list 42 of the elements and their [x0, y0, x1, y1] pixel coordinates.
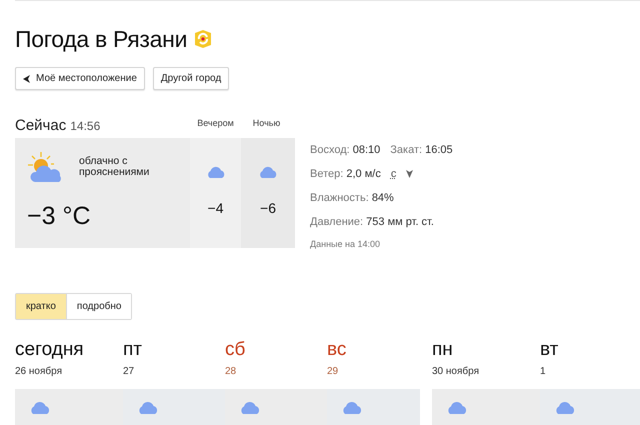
now-heading: Сейчас — [15, 117, 66, 134]
cloud-icon — [341, 401, 363, 414]
logo-icon — [193, 29, 214, 49]
period-label: Ночью — [252, 118, 282, 130]
day-date: 27 — [123, 366, 136, 377]
data-time-note: Данные на 14:00 — [310, 239, 380, 249]
my-location-button[interactable]: Моё местоположение — [15, 67, 145, 90]
wind-direction-icon — [406, 170, 414, 178]
day-date: 29 — [327, 366, 340, 377]
condition-text: облачно с прояснениями — [79, 156, 150, 178]
location-arrow-icon — [23, 74, 30, 82]
cloud-icon — [137, 401, 159, 414]
page-title: Погода в Рязани — [15, 26, 188, 52]
cloud-icon — [206, 166, 226, 178]
day-name: вс — [327, 339, 348, 362]
detail-text: Восход: 08:10 — [310, 144, 380, 156]
cloud-icon — [446, 401, 468, 414]
detail-text: Закат: 16:05 — [390, 144, 453, 156]
current-temperature: −3 °C — [27, 202, 92, 231]
wind-direction: с — [390, 168, 396, 180]
day-name: сб — [225, 339, 246, 362]
view-tab[interactable]: кратко — [16, 294, 67, 319]
day-name: пт — [123, 339, 143, 362]
other-city-button[interactable]: Другой город — [152, 67, 230, 90]
day-date: 28 — [225, 366, 238, 377]
cloud-icon — [29, 401, 51, 414]
detail-text: Ветер: 2,0 м/с — [310, 168, 381, 180]
day-date: 30 ноября — [432, 366, 480, 377]
period-temperature: −4 — [208, 200, 224, 216]
current-time: 14:56 — [70, 119, 100, 133]
day-name: пн — [432, 339, 454, 362]
day-name: вт — [540, 339, 560, 362]
cloud-icon — [258, 166, 278, 178]
day-name: сегодня — [15, 339, 85, 362]
period-label: Вечером — [196, 118, 235, 130]
detail-text: Давление: 753 мм рт. ст. — [310, 216, 434, 228]
day-date: 1 — [540, 366, 547, 377]
cloud-icon — [554, 401, 576, 414]
detail-text: Влажность: 84% — [310, 192, 394, 204]
period-temperature: −6 — [260, 200, 276, 216]
day-date: 26 ноября — [15, 366, 63, 377]
cloud-icon — [239, 401, 261, 414]
